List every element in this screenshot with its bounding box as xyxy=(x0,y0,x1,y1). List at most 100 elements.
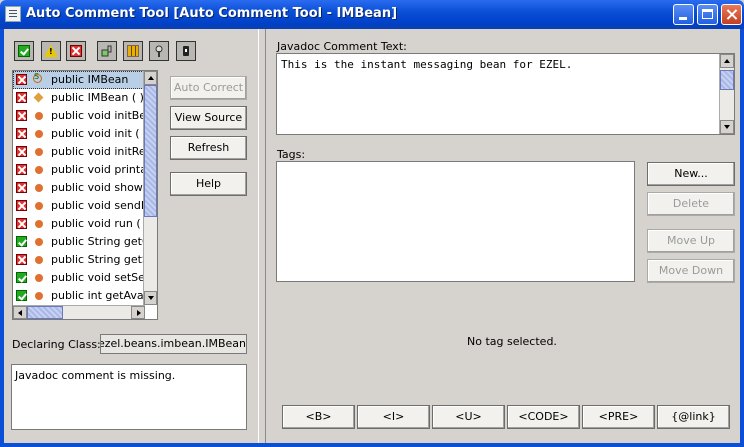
declaring-class-field: cta.ezel.beans.imbean.IMBean xyxy=(100,334,247,354)
red-x-icon xyxy=(16,218,27,229)
delete-tag-button[interactable]: Delete xyxy=(647,192,735,216)
member-row[interactable]: public void init ( Str xyxy=(13,125,144,143)
lock-key-icon xyxy=(153,45,165,57)
green-check-icon xyxy=(16,272,27,283)
javadoc-text-area[interactable]: This is the instant messaging bean for E… xyxy=(276,53,735,135)
view-source-button[interactable]: View Source xyxy=(170,106,247,130)
tags-list[interactable] xyxy=(276,161,635,282)
member-row[interactable]: public IMBean xyxy=(13,71,144,89)
declaring-class-value: cta.ezel.beans.imbean.IMBean xyxy=(101,337,246,350)
underline-button[interactable]: <U> xyxy=(432,405,505,429)
window-frame-right xyxy=(740,29,744,447)
member-label: public void init ( Str xyxy=(51,127,144,140)
member-row[interactable]: public void initBean xyxy=(13,107,144,125)
constructor-icon xyxy=(33,92,44,103)
scroll-down-arrow-icon[interactable] xyxy=(720,120,734,134)
member-row[interactable]: public void showPe xyxy=(13,179,144,197)
red-x-icon xyxy=(16,182,27,193)
declaring-class-label: Declaring Class: xyxy=(12,338,101,351)
scroll-thumb[interactable] xyxy=(144,85,157,217)
refresh-button[interactable]: Refresh xyxy=(170,136,247,160)
javadoc-scroll-thumb[interactable] xyxy=(720,70,734,90)
method-icon xyxy=(35,166,43,174)
red-x-icon xyxy=(16,164,27,175)
member-row[interactable]: public String getCha xyxy=(13,233,144,251)
filter-ok-button[interactable] xyxy=(14,41,34,61)
minimize-button[interactable] xyxy=(673,4,694,25)
window-frame-bottom xyxy=(0,443,744,447)
no-tag-selected-text: No tag selected. xyxy=(467,335,557,348)
filter-protected-button[interactable] xyxy=(123,41,143,61)
warning-icon xyxy=(44,45,58,57)
class-icon xyxy=(33,72,43,84)
title-bar: Auto Comment Tool [Auto Comment Tool - I… xyxy=(0,0,744,29)
method-icon xyxy=(35,112,43,120)
javadoc-label: Javadoc Comment Text: xyxy=(277,40,407,53)
close-button[interactable] xyxy=(721,4,742,25)
red-x-icon xyxy=(70,45,82,57)
members-list[interactable]: public IMBean public IMBean ( ) public voi… xyxy=(12,70,158,320)
method-icon xyxy=(35,256,43,264)
message-area: Javadoc comment is missing. xyxy=(11,364,247,430)
green-check-icon xyxy=(16,290,27,301)
scroll-left-arrow-icon[interactable] xyxy=(13,306,27,319)
members-horizontal-scrollbar[interactable] xyxy=(13,305,145,319)
member-row[interactable]: public void setSend xyxy=(13,269,144,287)
method-icon xyxy=(35,148,43,156)
member-row[interactable]: public void printall ( xyxy=(13,161,144,179)
maximize-button[interactable] xyxy=(697,4,718,25)
help-button[interactable]: Help xyxy=(170,172,247,196)
scroll-right-arrow-icon[interactable] xyxy=(131,306,145,319)
member-row[interactable]: public void run ( ) xyxy=(13,215,144,233)
method-icon xyxy=(35,238,43,246)
new-tag-button[interactable]: New... xyxy=(647,162,735,186)
filter-package-button[interactable] xyxy=(149,41,169,61)
member-row[interactable]: public int getAvailal xyxy=(13,287,144,305)
method-icon xyxy=(35,274,43,282)
red-x-icon xyxy=(16,146,27,157)
pre-button[interactable]: <PRE> xyxy=(582,405,655,429)
split-pane-divider[interactable] xyxy=(258,29,266,443)
red-x-icon xyxy=(16,74,27,85)
javadoc-scrollbar[interactable] xyxy=(719,54,734,134)
member-label: public void run ( ) xyxy=(51,217,144,230)
scroll-up-arrow-icon[interactable] xyxy=(720,54,734,68)
auto-correct-button[interactable]: Auto Correct xyxy=(170,76,247,100)
member-row[interactable]: public String getSer xyxy=(13,251,144,269)
green-check-icon xyxy=(18,45,30,57)
scroll-down-arrow-icon[interactable] xyxy=(144,291,157,305)
grid-icon xyxy=(127,45,139,57)
member-label: public int getAvailal xyxy=(51,289,144,302)
filter-public-button[interactable] xyxy=(97,41,117,61)
bold-button[interactable]: <B> xyxy=(282,405,355,429)
code-button[interactable]: <CODE> xyxy=(507,405,580,429)
key-icon xyxy=(101,45,113,57)
padlock-icon xyxy=(180,45,192,57)
members-vertical-scrollbar[interactable] xyxy=(143,71,157,305)
scroll-up-arrow-icon[interactable] xyxy=(144,71,157,85)
window-frame-left xyxy=(0,29,4,447)
italic-button[interactable]: <I> xyxy=(357,405,430,429)
filter-error-button[interactable] xyxy=(66,41,86,61)
move-down-button[interactable]: Move Down xyxy=(647,259,735,283)
link-button[interactable]: {@link} xyxy=(657,405,730,429)
tags-label: Tags: xyxy=(277,148,306,161)
horizontal-scroll-thumb[interactable] xyxy=(27,306,63,319)
javadoc-text: This is the instant messaging bean for E… xyxy=(281,58,573,71)
filter-private-button[interactable] xyxy=(176,41,196,61)
member-label: public void printall ( xyxy=(51,163,144,176)
move-up-button[interactable]: Move Up xyxy=(647,229,735,253)
filter-warning-button[interactable] xyxy=(41,41,61,61)
red-x-icon xyxy=(16,92,27,103)
method-icon xyxy=(35,184,43,192)
member-row[interactable]: public void initRend xyxy=(13,143,144,161)
member-label: public String getSer xyxy=(51,253,144,266)
member-row[interactable]: public IMBean ( ) xyxy=(13,89,144,107)
method-icon xyxy=(35,130,43,138)
member-label: public void initRend xyxy=(51,145,144,158)
member-label: public IMBean ( ) xyxy=(51,91,144,104)
app-icon xyxy=(5,6,21,22)
member-label: public void showPe xyxy=(51,181,144,194)
member-label: public void initBean xyxy=(51,109,144,122)
member-row[interactable]: public void sendMe xyxy=(13,197,144,215)
